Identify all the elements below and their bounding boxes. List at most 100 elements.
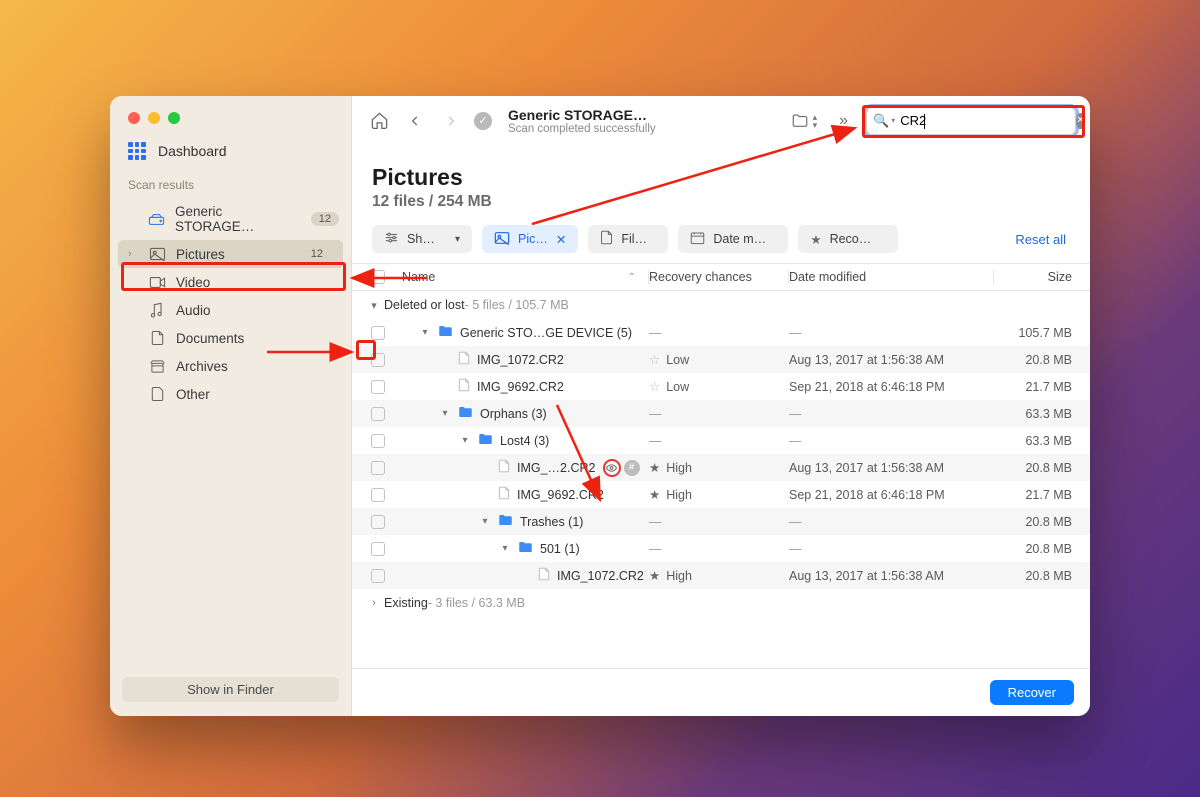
table-row[interactable]: IMG_1072.CR2 ☆Low Aug 13, 2017 at 1:56:3…	[352, 346, 1090, 373]
row-recovery: —	[649, 515, 789, 529]
dashboard-button[interactable]: Dashboard	[110, 138, 351, 174]
column-date-modified[interactable]: Date modified	[789, 270, 994, 284]
file-icon	[600, 230, 613, 248]
recover-button[interactable]: Recover	[990, 680, 1074, 705]
row-size: 20.8 MB	[994, 515, 1090, 529]
chevron-icon[interactable]: ▾	[439, 408, 451, 419]
file-icon	[498, 486, 510, 503]
close-icon[interactable]	[128, 112, 140, 124]
chevron-icon[interactable]: ▾	[499, 543, 511, 554]
row-checkbox[interactable]	[364, 326, 392, 340]
folder-picker[interactable]: ▴▾	[791, 112, 818, 130]
group-row[interactable]: › Existing - 3 files / 63.3 MB	[352, 589, 1090, 617]
zoom-icon[interactable]	[168, 112, 180, 124]
row-checkbox[interactable]	[364, 515, 392, 529]
sidebar-item-other[interactable]: › Other	[110, 380, 351, 408]
chevron-right-icon: ›	[128, 248, 138, 260]
row-size: 63.3 MB	[994, 434, 1090, 448]
app-window: Dashboard Scan results › Generic STORAGE…	[110, 96, 1090, 716]
table-row[interactable]: IMG_1072.CR2 ★High Aug 13, 2017 at 1:56:…	[352, 562, 1090, 589]
sidebar-item-audio[interactable]: › Audio	[110, 296, 351, 324]
hash-icon[interactable]: #	[624, 460, 640, 476]
folder-icon	[478, 433, 493, 448]
chevron-icon[interactable]: ▾	[419, 327, 431, 338]
row-name: IMG_9692.CR2	[477, 380, 564, 394]
select-all-checkbox[interactable]	[364, 270, 392, 284]
table-row[interactable]: ▾ Generic STO…GE DEVICE (5) — — 105.7 MB	[352, 319, 1090, 346]
text-caret	[924, 114, 925, 129]
table-row[interactable]: ▾ Trashes (1) — — 20.8 MB	[352, 508, 1090, 535]
row-name: Lost4 (3)	[500, 434, 549, 448]
show-in-finder-button[interactable]: Show in Finder	[122, 677, 339, 702]
filter-file[interactable]: Fil…	[588, 225, 668, 253]
row-checkbox[interactable]	[364, 407, 392, 421]
row-name: Trashes (1)	[520, 515, 583, 529]
group-row[interactable]: ▾ Deleted or lost - 5 files / 105.7 MB	[352, 291, 1090, 319]
chevron-icon[interactable]: ▾	[459, 435, 471, 446]
search-input-wrap[interactable]: 🔍 ▾ ✕	[866, 107, 1076, 135]
sidebar-item-label: Other	[176, 387, 210, 402]
row-name: IMG_1072.CR2	[557, 569, 644, 583]
table-row[interactable]: IMG_9692.CR2 ★High Sep 21, 2018 at 6:46:…	[352, 481, 1090, 508]
dashboard-label: Dashboard	[158, 143, 227, 159]
column-recovery[interactable]: Recovery chances	[649, 270, 789, 284]
folder-icon	[438, 325, 453, 340]
table-row[interactable]: ▾ 501 (1) — — 20.8 MB	[352, 535, 1090, 562]
table-row[interactable]: IMG_9692.CR2 ☆Low Sep 21, 2018 at 6:46:1…	[352, 373, 1090, 400]
clear-search-icon[interactable]: ✕	[1076, 113, 1084, 129]
grid-icon	[128, 142, 146, 160]
table-row[interactable]: ▾ Orphans (3) — — 63.3 MB	[352, 400, 1090, 427]
chevron-icon[interactable]: ›	[364, 597, 384, 609]
chevron-icon[interactable]: ▾	[479, 516, 491, 527]
sidebar-item-label: Pictures	[176, 247, 225, 262]
file-icon	[498, 459, 510, 476]
nav-forward-icon[interactable]	[438, 108, 464, 134]
more-icon[interactable]: »	[839, 112, 848, 130]
row-checkbox[interactable]	[364, 434, 392, 448]
row-date: —	[789, 326, 994, 340]
nav-back-icon[interactable]	[402, 108, 428, 134]
eye-icon[interactable]	[603, 459, 621, 477]
filter-row: Sh… ▾ Pic… ✕ Fil… Date m…	[352, 225, 1090, 263]
sidebar: Dashboard Scan results › Generic STORAGE…	[110, 96, 352, 716]
dash: —	[649, 542, 662, 556]
chevron-down-icon: ▾	[455, 234, 460, 245]
filter-date[interactable]: Date m…	[678, 225, 788, 253]
sidebar-item-label: Generic STORAGE…	[175, 204, 301, 234]
row-size: 21.7 MB	[994, 380, 1090, 394]
filter-recovery[interactable]: ★ Reco…	[798, 225, 898, 253]
table-row[interactable]: IMG_…2.CR2 # ★High Aug 13, 2017 at 1:56:…	[352, 454, 1090, 481]
home-icon[interactable]	[366, 108, 392, 134]
row-checkbox[interactable]	[364, 461, 392, 475]
reset-filters-button[interactable]: Reset all	[1015, 232, 1070, 247]
minimize-icon[interactable]	[148, 112, 160, 124]
row-date: Sep 21, 2018 at 6:46:18 PM	[789, 380, 994, 394]
sidebar-item-label: Video	[176, 275, 210, 290]
row-checkbox[interactable]	[364, 488, 392, 502]
sidebar-item-video[interactable]: › Video	[110, 268, 351, 296]
filter-pictures[interactable]: Pic… ✕	[482, 225, 578, 253]
row-size: 105.7 MB	[994, 326, 1090, 340]
recovery-chance: High	[666, 569, 692, 583]
row-checkbox[interactable]	[364, 380, 392, 394]
row-checkbox[interactable]	[364, 353, 392, 367]
star-icon: ★	[810, 232, 821, 247]
chevron-icon[interactable]: ▾	[364, 299, 384, 312]
column-name[interactable]: Name ⌃	[392, 270, 649, 284]
column-size[interactable]: Size	[994, 270, 1090, 284]
recovery-chance: Low	[666, 353, 689, 367]
row-recovery: —	[649, 434, 789, 448]
sidebar-item-archives[interactable]: › Archives	[110, 352, 351, 380]
search-icon: 🔍	[873, 113, 889, 129]
sidebar-item-pictures[interactable]: › Pictures 12	[118, 240, 343, 268]
sidebar-item-storage[interactable]: › Generic STORAGE… 12	[110, 198, 351, 240]
close-icon[interactable]: ✕	[556, 232, 566, 247]
star-icon: ★	[649, 568, 660, 583]
row-checkbox[interactable]	[364, 569, 392, 583]
search-input[interactable]	[900, 113, 1076, 128]
sidebar-item-documents[interactable]: › Documents	[110, 324, 351, 352]
table-row[interactable]: ▾ Lost4 (3) — — 63.3 MB	[352, 427, 1090, 454]
filter-show[interactable]: Sh… ▾	[372, 225, 472, 253]
row-date: Aug 13, 2017 at 1:56:38 AM	[789, 461, 994, 475]
row-checkbox[interactable]	[364, 542, 392, 556]
